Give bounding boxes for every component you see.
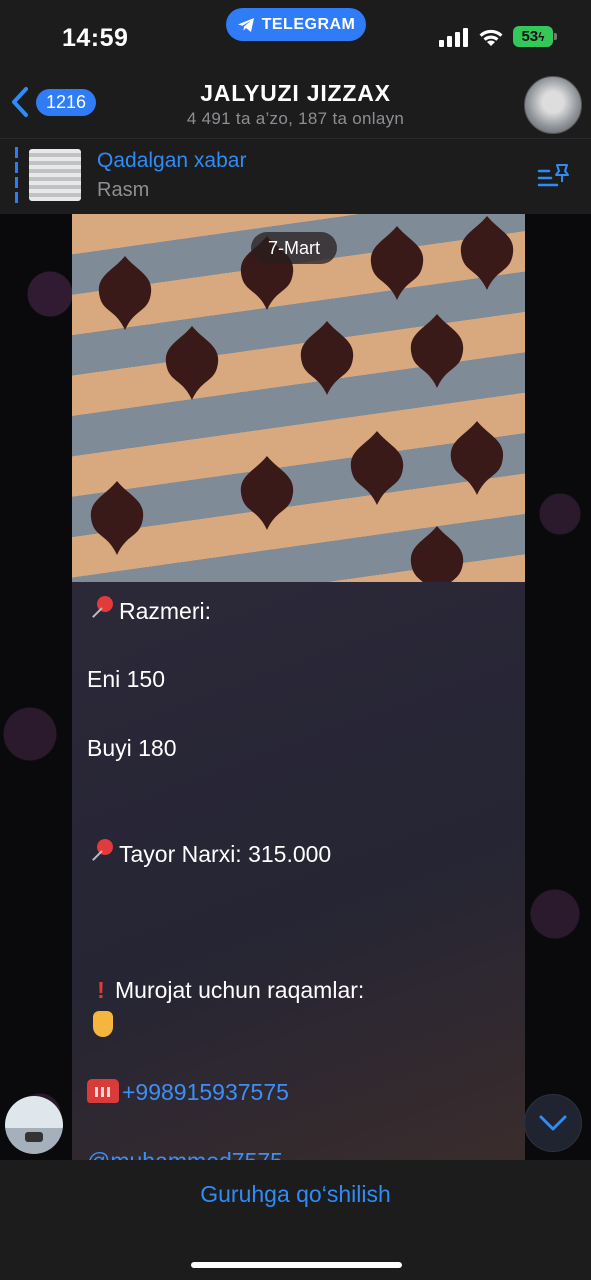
pinned-indicator bbox=[15, 147, 18, 205]
battery-level: 53 bbox=[521, 28, 539, 45]
charging-icon: ϟ bbox=[538, 29, 545, 44]
chat-header: 1216 JALYUZI JIZZAX 4 491 ta a’zo, 187 t… bbox=[0, 70, 591, 138]
pinned-title: Qadalgan xabar bbox=[97, 149, 247, 172]
telegram-pill-label: TELEGRAM bbox=[261, 15, 356, 33]
telegram-icon bbox=[237, 17, 254, 32]
pinned-list-icon[interactable] bbox=[537, 163, 571, 193]
pinned-message-bar[interactable]: Qadalgan xabar Rasm bbox=[0, 138, 591, 215]
join-group-button[interactable]: Guruhga qo‘shilish bbox=[0, 1181, 591, 1208]
sender-avatar[interactable] bbox=[5, 1096, 63, 1154]
damask-pattern bbox=[98, 256, 152, 330]
damask-pattern bbox=[240, 456, 294, 530]
signal-icon bbox=[439, 27, 468, 47]
clock: 14:59 bbox=[62, 24, 129, 52]
phone-link[interactable]: +998915937575 bbox=[122, 1079, 289, 1105]
damask-pattern bbox=[450, 421, 504, 495]
bottom-bar: Guruhga qo‘shilish bbox=[0, 1160, 591, 1280]
damask-pattern bbox=[410, 526, 464, 582]
damask-pattern bbox=[165, 326, 219, 400]
exclamation-emoji-icon: ! bbox=[97, 977, 105, 1003]
telephone-emoji-icon bbox=[87, 1079, 119, 1103]
murojat-text: Murojat uchun raqamlar: bbox=[115, 977, 365, 1003]
battery-indicator: 53 ϟ bbox=[513, 26, 557, 47]
telegram-return-pill[interactable]: TELEGRAM bbox=[226, 8, 366, 41]
status-bar: 14:59 TELEGRAM 53 ϟ bbox=[0, 0, 591, 70]
message-line-narxi: Tayor Narxi: 315.000 bbox=[87, 839, 331, 868]
pushpin-emoji-icon bbox=[87, 839, 119, 865]
group-avatar[interactable] bbox=[524, 76, 582, 134]
system-icons: 53 ϟ bbox=[439, 26, 557, 47]
damask-pattern bbox=[350, 431, 404, 505]
message-line-murojat: ! Murojat uchun raqamlar: bbox=[87, 977, 364, 1004]
pointing-down-emoji-icon bbox=[93, 1011, 113, 1043]
damask-pattern bbox=[90, 481, 144, 555]
date-pill: 7-Mart bbox=[251, 232, 337, 264]
pinned-thumbnail bbox=[29, 149, 81, 201]
chat-area[interactable]: Razmeri: Eni 150 Buyi 180 Tayor Narxi: 3… bbox=[0, 214, 591, 1160]
wifi-icon bbox=[479, 29, 503, 46]
message-line-eni: Eni 150 bbox=[87, 666, 166, 692]
chat-title[interactable]: JALYUZI JIZZAX bbox=[0, 80, 591, 107]
chevron-down-icon bbox=[539, 1115, 567, 1131]
username-link[interactable]: @muhammed7575 bbox=[87, 1148, 283, 1160]
damask-pattern bbox=[370, 226, 424, 300]
narxi-text: Tayor Narxi: 315.000 bbox=[119, 841, 332, 867]
pushpin-emoji-icon bbox=[87, 596, 119, 622]
message-line-razmeri: Razmeri: bbox=[87, 596, 211, 625]
scroll-down-button[interactable] bbox=[524, 1094, 582, 1152]
damask-pattern bbox=[300, 321, 354, 395]
damask-pattern bbox=[410, 314, 464, 388]
message-line-buyi: Buyi 180 bbox=[87, 735, 177, 761]
damask-pattern bbox=[460, 216, 514, 290]
razmeri-text: Razmeri: bbox=[119, 598, 212, 624]
pinned-subtitle: Rasm bbox=[97, 179, 150, 201]
message-line-phone: +998915937575 bbox=[87, 1079, 289, 1106]
message-photo[interactable] bbox=[72, 214, 525, 582]
chat-subtitle: 4 491 ta a’zo, 187 ta onlayn bbox=[186, 109, 405, 128]
home-indicator[interactable] bbox=[191, 1262, 402, 1268]
